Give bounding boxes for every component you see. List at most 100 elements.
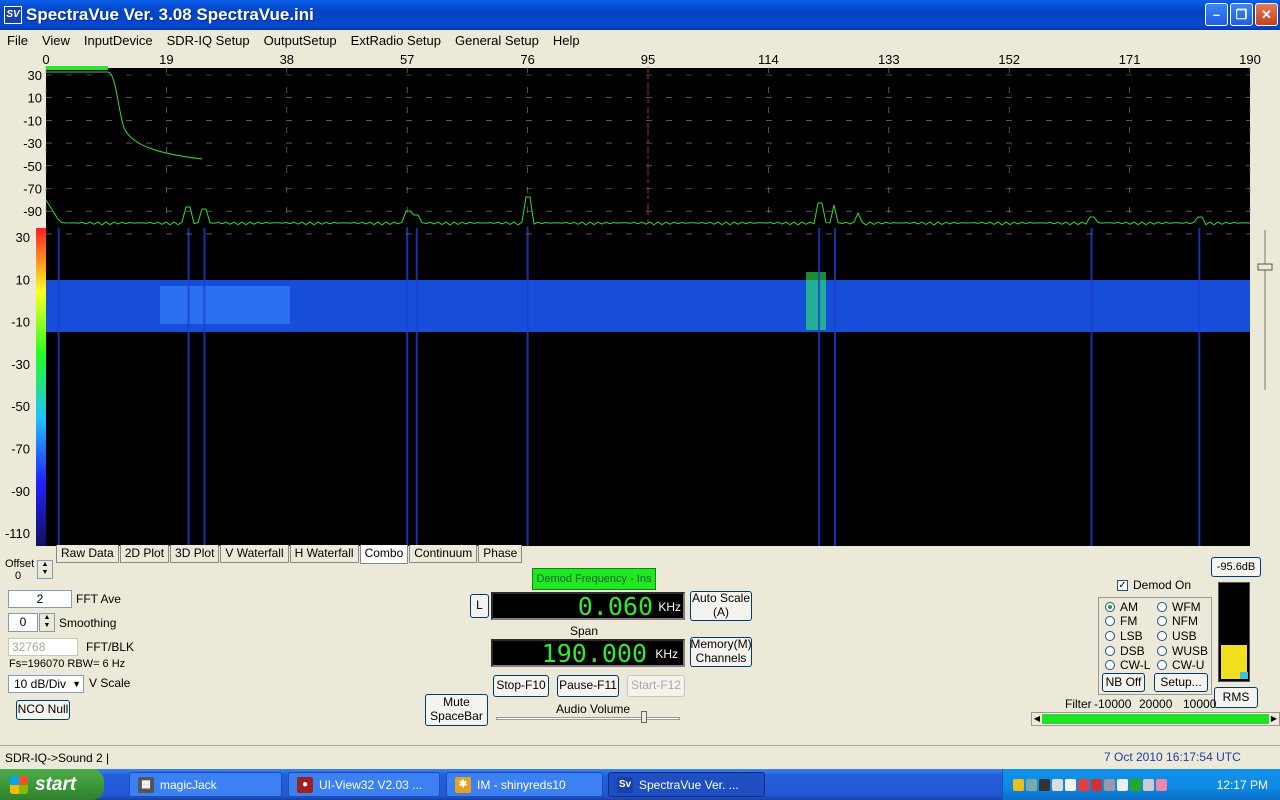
setup-button[interactable]: Setup... (1154, 673, 1208, 692)
signal-meter (1218, 582, 1250, 682)
fft-blk-select[interactable]: 32768 (8, 638, 78, 656)
device-icon[interactable] (1104, 778, 1115, 791)
spectrum-display[interactable]: 0 19 38 57 76 95 114 133 152 171 190 30 10 -10 -30 -50 -… (0, 50, 1280, 546)
nco-null-button[interactable]: NCO Null (16, 700, 70, 720)
task-magicjack[interactable]: ▦ magicJack (129, 772, 282, 797)
spectrum-db-label: -30 (23, 136, 42, 151)
status-device: SDR-IQ->Sound 2 | (5, 751, 110, 765)
alert-icon[interactable] (1078, 778, 1089, 791)
mode-nfm[interactable]: NFM (1157, 614, 1198, 628)
pause-button[interactable]: Pause-F11 (557, 675, 619, 697)
clock-sync-icon[interactable] (1156, 778, 1167, 791)
menu-help[interactable]: Help (546, 33, 587, 48)
tab-h-waterfall[interactable]: H Waterfall (289, 545, 359, 563)
demod-frequency-display[interactable]: 0.060 KHz (491, 592, 685, 620)
mode-dsb-label: DSB (1120, 644, 1145, 658)
task-uiview-label: UI-View32 V2.03 ... (319, 777, 423, 792)
mode-am[interactable]: AM (1105, 600, 1138, 614)
task-spectravue[interactable]: Sv SpectraVue Ver. ... (608, 772, 765, 797)
task-uiview[interactable]: ● UI-View32 V2.03 ... (288, 772, 440, 797)
freq-tick-label: 19 (159, 52, 173, 67)
tab-raw-data[interactable]: Raw Data (56, 545, 119, 563)
demod-on-checkbox[interactable]: ✓ Demod On (1117, 578, 1191, 592)
tab-phase[interactable]: Phase (478, 545, 523, 563)
mode-wfm[interactable]: WFM (1157, 600, 1201, 614)
menu-extradio-setup[interactable]: ExtRadio Setup (344, 33, 448, 48)
monitor-icon[interactable] (1052, 778, 1063, 791)
auto-scale-button[interactable]: Auto Scale (A) (690, 591, 752, 621)
offset-spinner[interactable]: ▲ ▼ (37, 560, 53, 579)
memory-channels-button[interactable]: Memory(M) Channels (690, 637, 752, 667)
mail-icon[interactable] (1091, 778, 1102, 791)
color-scale-bar (36, 228, 46, 546)
waterfall-db-label: -70 (11, 442, 30, 457)
mode-dsb[interactable]: DSB (1105, 644, 1145, 658)
offset-label: Offset (5, 558, 35, 570)
freq-tick-label: 57 (400, 52, 414, 67)
mute-button[interactable]: Mute SpaceBar (425, 694, 488, 726)
menu-sdr-iq-setup[interactable]: SDR-IQ Setup (160, 33, 257, 48)
stop-button[interactable]: Stop-F10 (493, 675, 549, 697)
mode-cw-l[interactable]: CW-L (1105, 658, 1150, 672)
start-button[interactable]: Start-F12 (627, 675, 685, 697)
tab-3d-plot[interactable]: 3D Plot (170, 545, 220, 563)
shield-icon[interactable] (1013, 778, 1024, 791)
nb-off-button[interactable]: NB Off (1102, 673, 1145, 692)
mode-lsb[interactable]: LSB (1105, 629, 1143, 643)
waterfall-db-label: 30 (16, 230, 30, 245)
close-button[interactable]: ✕ (1255, 3, 1278, 26)
signal-meter-peak (1240, 672, 1248, 679)
tab-continuum[interactable]: Continuum (409, 545, 478, 563)
start-button-taskbar[interactable]: start (0, 769, 104, 800)
calculator-icon[interactable] (1039, 778, 1050, 791)
audio-volume-slider[interactable] (496, 717, 680, 720)
vscale-select[interactable]: 10 dB/Div ▼ (8, 675, 84, 693)
menu-output-setup[interactable]: OutputSetup (257, 33, 344, 48)
tab-combo[interactable]: Combo (359, 545, 409, 564)
check-icon: ✓ (1117, 579, 1128, 591)
network-icon[interactable] (1026, 778, 1037, 791)
fft-ave-input[interactable]: 2 (8, 590, 72, 608)
spectrum-db-label: -50 (23, 159, 42, 174)
demod-frequency-value: 0.060 (577, 592, 653, 621)
menu-input-device[interactable]: InputDevice (77, 33, 160, 48)
span-display[interactable]: 190.000 KHz (491, 639, 685, 667)
audio-volume-thumb[interactable] (641, 711, 647, 723)
scroll-left-icon[interactable]: ◀ (1032, 713, 1042, 725)
speaker-icon[interactable] (1065, 778, 1076, 791)
waterfall-db-label: -50 (11, 399, 30, 414)
radio-icon (1157, 646, 1167, 656)
fft-blk-label: FFT/BLK (86, 640, 135, 654)
gear-icon[interactable] (1143, 778, 1154, 791)
freq-tick-label: 152 (998, 52, 1020, 67)
tab-2d-plot[interactable]: 2D Plot (119, 545, 170, 563)
span-value: 190.000 (541, 639, 647, 668)
menu-file[interactable]: File (0, 33, 35, 48)
rms-button[interactable]: RMS (1214, 687, 1258, 708)
filter-low: -10000 (1094, 697, 1132, 711)
view-tabs: Raw Data 2D Plot 3D Plot V Waterfall H W… (56, 545, 523, 564)
mode-wusb[interactable]: WUSB (1157, 644, 1208, 658)
freq-tick-label: 95 (641, 52, 655, 67)
mode-cw-u[interactable]: CW-U (1157, 658, 1204, 672)
task-im[interactable]: ✱ IM - shinyreds10 (446, 772, 603, 797)
title-bar: SV SpectraVue Ver. 3.08 SpectraVue.ini –… (0, 0, 1280, 30)
menu-general-setup[interactable]: General Setup (448, 33, 546, 48)
smoothing-input[interactable]: 0 (8, 613, 38, 632)
safe-remove-icon[interactable] (1130, 778, 1141, 791)
spectrum-db-label: 10 (28, 91, 42, 106)
tab-v-waterfall[interactable]: V Waterfall (220, 545, 289, 563)
mode-usb[interactable]: USB (1157, 629, 1197, 643)
filter-scrollbar[interactable]: ◀ ▶ (1031, 712, 1280, 726)
scroll-right-icon[interactable]: ▶ (1269, 713, 1279, 725)
mode-cw-l-label: CW-L (1120, 658, 1151, 672)
mode-fm[interactable]: FM (1105, 614, 1137, 628)
smoothing-spinner[interactable]: ▲ ▼ (39, 613, 55, 632)
printer-icon[interactable] (1117, 778, 1128, 791)
task-spectravue-label: SpectraVue Ver. ... (639, 777, 739, 792)
menu-view[interactable]: View (35, 33, 77, 48)
l-button[interactable]: L (470, 594, 489, 618)
maximize-button[interactable]: ❐ (1230, 3, 1253, 26)
task-im-label: IM - shinyreds10 (477, 777, 566, 792)
minimize-button[interactable]: – (1205, 3, 1228, 26)
